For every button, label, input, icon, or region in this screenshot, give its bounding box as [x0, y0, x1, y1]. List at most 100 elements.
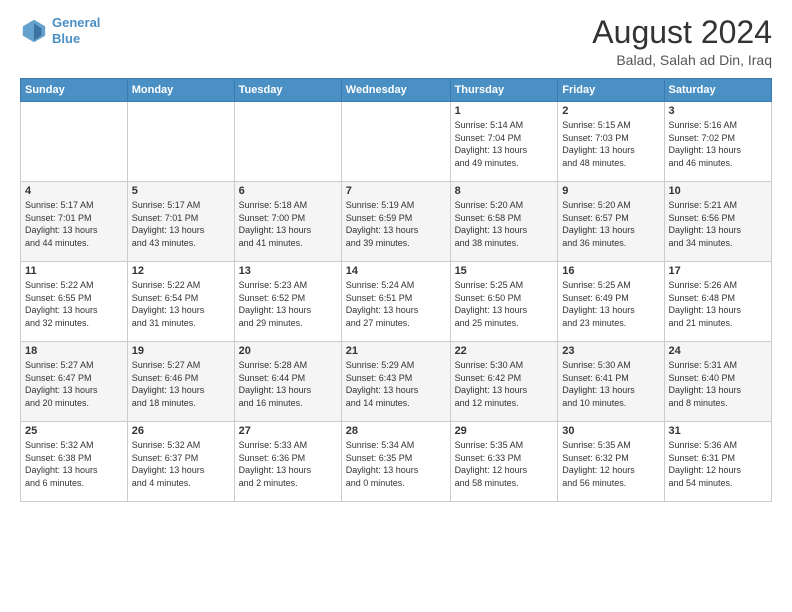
calendar-day-header: Sunday: [21, 79, 128, 102]
calendar-cell: [341, 102, 450, 182]
day-info: Sunrise: 5:30 AM Sunset: 6:42 PM Dayligh…: [455, 359, 554, 409]
calendar-cell: [234, 102, 341, 182]
day-number: 25: [25, 425, 123, 437]
day-info: Sunrise: 5:35 AM Sunset: 6:32 PM Dayligh…: [562, 439, 659, 489]
day-number: 2: [562, 105, 659, 117]
calendar-cell: 11 Sunrise: 5:22 AM Sunset: 6:55 PM Dayli…: [21, 262, 128, 342]
day-number: 13: [239, 265, 337, 277]
day-number: 10: [669, 185, 767, 197]
calendar-cell: 10 Sunrise: 5:21 AM Sunset: 6:56 PM Dayli…: [664, 182, 771, 262]
day-number: 27: [239, 425, 337, 437]
calendar-week-row: 11 Sunrise: 5:22 AM Sunset: 6:55 PM Dayli…: [21, 262, 772, 342]
day-info: Sunrise: 5:22 AM Sunset: 6:55 PM Dayligh…: [25, 279, 123, 329]
main-title: August 2024: [592, 15, 772, 50]
day-info: Sunrise: 5:17 AM Sunset: 7:01 PM Dayligh…: [132, 199, 230, 249]
day-info: Sunrise: 5:29 AM Sunset: 6:43 PM Dayligh…: [346, 359, 446, 409]
subtitle: Balad, Salah ad Din, Iraq: [592, 52, 772, 68]
day-info: Sunrise: 5:28 AM Sunset: 6:44 PM Dayligh…: [239, 359, 337, 409]
day-info: Sunrise: 5:34 AM Sunset: 6:35 PM Dayligh…: [346, 439, 446, 489]
day-number: 14: [346, 265, 446, 277]
day-info: Sunrise: 5:19 AM Sunset: 6:59 PM Dayligh…: [346, 199, 446, 249]
calendar-week-row: 25 Sunrise: 5:32 AM Sunset: 6:38 PM Dayli…: [21, 422, 772, 502]
calendar-cell: 1 Sunrise: 5:14 AM Sunset: 7:04 PM Daylig…: [450, 102, 558, 182]
day-number: 31: [669, 425, 767, 437]
day-info: Sunrise: 5:30 AM Sunset: 6:41 PM Dayligh…: [562, 359, 659, 409]
day-info: Sunrise: 5:32 AM Sunset: 6:37 PM Dayligh…: [132, 439, 230, 489]
calendar-cell: 13 Sunrise: 5:23 AM Sunset: 6:52 PM Dayli…: [234, 262, 341, 342]
calendar-cell: 9 Sunrise: 5:20 AM Sunset: 6:57 PM Daylig…: [558, 182, 664, 262]
day-number: 11: [25, 265, 123, 277]
calendar-cell: 26 Sunrise: 5:32 AM Sunset: 6:37 PM Dayli…: [127, 422, 234, 502]
logo-line2: Blue: [52, 31, 80, 46]
calendar-cell: [21, 102, 128, 182]
calendar-day-header: Wednesday: [341, 79, 450, 102]
calendar-day-header: Thursday: [450, 79, 558, 102]
day-number: 9: [562, 185, 659, 197]
day-info: Sunrise: 5:22 AM Sunset: 6:54 PM Dayligh…: [132, 279, 230, 329]
day-info: Sunrise: 5:25 AM Sunset: 6:49 PM Dayligh…: [562, 279, 659, 329]
calendar-cell: 3 Sunrise: 5:16 AM Sunset: 7:02 PM Daylig…: [664, 102, 771, 182]
calendar-cell: 15 Sunrise: 5:25 AM Sunset: 6:50 PM Dayli…: [450, 262, 558, 342]
day-number: 12: [132, 265, 230, 277]
day-number: 4: [25, 185, 123, 197]
day-info: Sunrise: 5:23 AM Sunset: 6:52 PM Dayligh…: [239, 279, 337, 329]
calendar-cell: 27 Sunrise: 5:33 AM Sunset: 6:36 PM Dayli…: [234, 422, 341, 502]
day-info: Sunrise: 5:27 AM Sunset: 6:46 PM Dayligh…: [132, 359, 230, 409]
day-info: Sunrise: 5:16 AM Sunset: 7:02 PM Dayligh…: [669, 119, 767, 169]
calendar-cell: 5Sunrise: 5:17 AM Sunset: 7:01 PM Daylig…: [127, 182, 234, 262]
day-number: 8: [455, 185, 554, 197]
day-number: 23: [562, 345, 659, 357]
calendar-cell: 16Sunrise: 5:25 AM Sunset: 6:49 PM Dayli…: [558, 262, 664, 342]
calendar-cell: 2 Sunrise: 5:15 AM Sunset: 7:03 PM Daylig…: [558, 102, 664, 182]
calendar-cell: [127, 102, 234, 182]
day-number: 30: [562, 425, 659, 437]
calendar-cell: 12 Sunrise: 5:22 AM Sunset: 6:54 PM Dayli…: [127, 262, 234, 342]
title-block: August 2024 Balad, Salah ad Din, Iraq: [592, 15, 772, 68]
day-number: 18: [25, 345, 123, 357]
day-info: Sunrise: 5:18 AM Sunset: 7:00 PM Dayligh…: [239, 199, 337, 249]
calendar-cell: 19Sunrise: 5:27 AM Sunset: 6:46 PM Dayli…: [127, 342, 234, 422]
calendar-cell: 6Sunrise: 5:18 AM Sunset: 7:00 PM Daylig…: [234, 182, 341, 262]
day-number: 21: [346, 345, 446, 357]
day-info: Sunrise: 5:20 AM Sunset: 6:58 PM Dayligh…: [455, 199, 554, 249]
day-number: 7: [346, 185, 446, 197]
day-number: 3: [669, 105, 767, 117]
calendar-cell: 14Sunrise: 5:24 AM Sunset: 6:51 PM Dayli…: [341, 262, 450, 342]
calendar-cell: 18 Sunrise: 5:27 AM Sunset: 6:47 PM Dayli…: [21, 342, 128, 422]
day-number: 24: [669, 345, 767, 357]
day-info: Sunrise: 5:21 AM Sunset: 6:56 PM Dayligh…: [669, 199, 767, 249]
day-info: Sunrise: 5:36 AM Sunset: 6:31 PM Dayligh…: [669, 439, 767, 489]
header: General Blue August 2024 Balad, Salah ad…: [20, 15, 772, 68]
calendar-cell: 4 Sunrise: 5:17 AM Sunset: 7:01 PM Daylig…: [21, 182, 128, 262]
calendar-table: SundayMondayTuesdayWednesdayThursdayFrid…: [20, 78, 772, 502]
day-info: Sunrise: 5:15 AM Sunset: 7:03 PM Dayligh…: [562, 119, 659, 169]
day-info: Sunrise: 5:26 AM Sunset: 6:48 PM Dayligh…: [669, 279, 767, 329]
calendar-cell: 28Sunrise: 5:34 AM Sunset: 6:35 PM Dayli…: [341, 422, 450, 502]
calendar-day-header: Saturday: [664, 79, 771, 102]
calendar-cell: 7 Sunrise: 5:19 AM Sunset: 6:59 PM Daylig…: [341, 182, 450, 262]
calendar-cell: 25 Sunrise: 5:32 AM Sunset: 6:38 PM Dayli…: [21, 422, 128, 502]
calendar-day-header: Monday: [127, 79, 234, 102]
logo-line1: General: [52, 15, 100, 30]
day-number: 20: [239, 345, 337, 357]
day-info: Sunrise: 5:33 AM Sunset: 6:36 PM Dayligh…: [239, 439, 337, 489]
logo-text: General Blue: [52, 15, 100, 46]
calendar-week-row: 18 Sunrise: 5:27 AM Sunset: 6:47 PM Dayli…: [21, 342, 772, 422]
day-info: Sunrise: 5:25 AM Sunset: 6:50 PM Dayligh…: [455, 279, 554, 329]
logo-icon: [20, 17, 48, 45]
calendar-cell: 29Sunrise: 5:35 AM Sunset: 6:33 PM Dayli…: [450, 422, 558, 502]
day-number: 26: [132, 425, 230, 437]
calendar-cell: 30 Sunrise: 5:35 AM Sunset: 6:32 PM Dayli…: [558, 422, 664, 502]
calendar-cell: 23 Sunrise: 5:30 AM Sunset: 6:41 PM Dayli…: [558, 342, 664, 422]
calendar-cell: 17Sunrise: 5:26 AM Sunset: 6:48 PM Dayli…: [664, 262, 771, 342]
day-info: Sunrise: 5:27 AM Sunset: 6:47 PM Dayligh…: [25, 359, 123, 409]
day-number: 1: [455, 105, 554, 117]
logo: General Blue: [20, 15, 100, 46]
day-info: Sunrise: 5:17 AM Sunset: 7:01 PM Dayligh…: [25, 199, 123, 249]
day-info: Sunrise: 5:32 AM Sunset: 6:38 PM Dayligh…: [25, 439, 123, 489]
day-number: 15: [455, 265, 554, 277]
calendar-cell: 31 Sunrise: 5:36 AM Sunset: 6:31 PM Dayli…: [664, 422, 771, 502]
day-info: Sunrise: 5:14 AM Sunset: 7:04 PM Dayligh…: [455, 119, 554, 169]
day-info: Sunrise: 5:35 AM Sunset: 6:33 PM Dayligh…: [455, 439, 554, 489]
day-info: Sunrise: 5:20 AM Sunset: 6:57 PM Dayligh…: [562, 199, 659, 249]
